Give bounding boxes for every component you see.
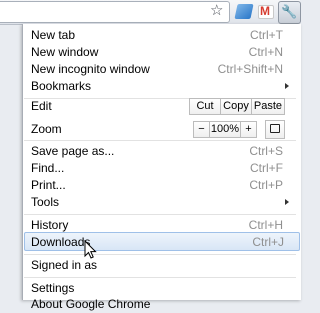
menu-separator	[24, 140, 296, 141]
mouse-pointer-icon	[84, 240, 97, 259]
star-icon[interactable]: ☆	[210, 2, 223, 19]
menu-item-label: Tools	[31, 195, 60, 209]
shortcut-text: Ctrl+T	[250, 28, 283, 42]
paste-button[interactable]: Paste	[251, 98, 285, 115]
submenu-arrow-icon	[285, 199, 289, 205]
menu-item-signed-in: Signed in as	[23, 256, 301, 274]
menu-item-new-tab[interactable]: New tab Ctrl+T	[23, 26, 301, 44]
gmail-extension-icon[interactable]	[258, 4, 274, 19]
zoom-level: 100%	[209, 121, 241, 138]
menu-item-label: New window	[31, 45, 99, 59]
menu-separator	[24, 277, 296, 278]
menu-item-label: New tab	[31, 28, 76, 42]
menu-item-tools[interactable]: Tools	[23, 193, 301, 211]
menu-item-bookmarks[interactable]: Bookmarks	[23, 77, 301, 95]
shortcut-text: Ctrl+S	[249, 144, 283, 158]
menu-item-downloads[interactable]: Downloads Ctrl+J	[24, 232, 300, 251]
menu-item-edit: Edit Cut Copy Paste	[23, 97, 301, 115]
menu-item-label: Find...	[31, 161, 65, 175]
shortcut-text: Ctrl+J	[252, 235, 284, 249]
submenu-arrow-icon	[285, 83, 289, 89]
chrome-menu: New tab Ctrl+T New window Ctrl+N New inc…	[22, 24, 301, 311]
browser-toolbar: ☆ 🔧	[0, 0, 301, 25]
menu-separator	[24, 214, 296, 215]
fullscreen-button[interactable]	[265, 120, 285, 139]
menu-separator	[24, 254, 296, 255]
menu-item-zoom: Zoom − 100% +	[23, 120, 301, 139]
zoom-out-button[interactable]: −	[193, 121, 210, 138]
shortcut-text: Ctrl+N	[248, 45, 283, 59]
menu-item-label: Zoom	[31, 122, 62, 136]
shortcut-text: Ctrl+F	[250, 161, 283, 175]
zoom-in-button[interactable]: +	[240, 121, 257, 138]
menu-item-label: New incognito window	[31, 62, 150, 76]
menu-item-label: Downloads	[31, 235, 91, 249]
menu-item-label: Save page as...	[31, 144, 115, 158]
menu-item-label: Print...	[31, 178, 66, 192]
note-extension-icon[interactable]	[234, 4, 254, 19]
omnibox[interactable]	[0, 1, 230, 23]
menu-item-save-page[interactable]: Save page as... Ctrl+S	[23, 142, 301, 160]
menu-item-print[interactable]: Print... Ctrl+P	[23, 176, 301, 194]
menu-item-about[interactable]: About Google Chrome	[23, 295, 301, 313]
copy-button[interactable]: Copy	[220, 98, 252, 115]
cut-button[interactable]: Cut	[189, 98, 221, 115]
shortcut-text: Ctrl+P	[249, 178, 283, 192]
menu-item-label: About Google Chrome	[31, 297, 151, 311]
menu-item-new-incognito-window[interactable]: New incognito window Ctrl+Shift+N	[23, 60, 301, 78]
menu-item-find[interactable]: Find... Ctrl+F	[23, 159, 301, 177]
menu-item-label: Bookmarks	[31, 79, 92, 93]
wrench-menu-icon[interactable]: 🔧	[278, 1, 301, 24]
shortcut-text: Ctrl+Shift+N	[217, 62, 283, 76]
fullscreen-icon	[270, 124, 280, 133]
menu-item-new-window[interactable]: New window Ctrl+N	[23, 43, 301, 61]
menu-item-label: Edit	[31, 99, 52, 113]
